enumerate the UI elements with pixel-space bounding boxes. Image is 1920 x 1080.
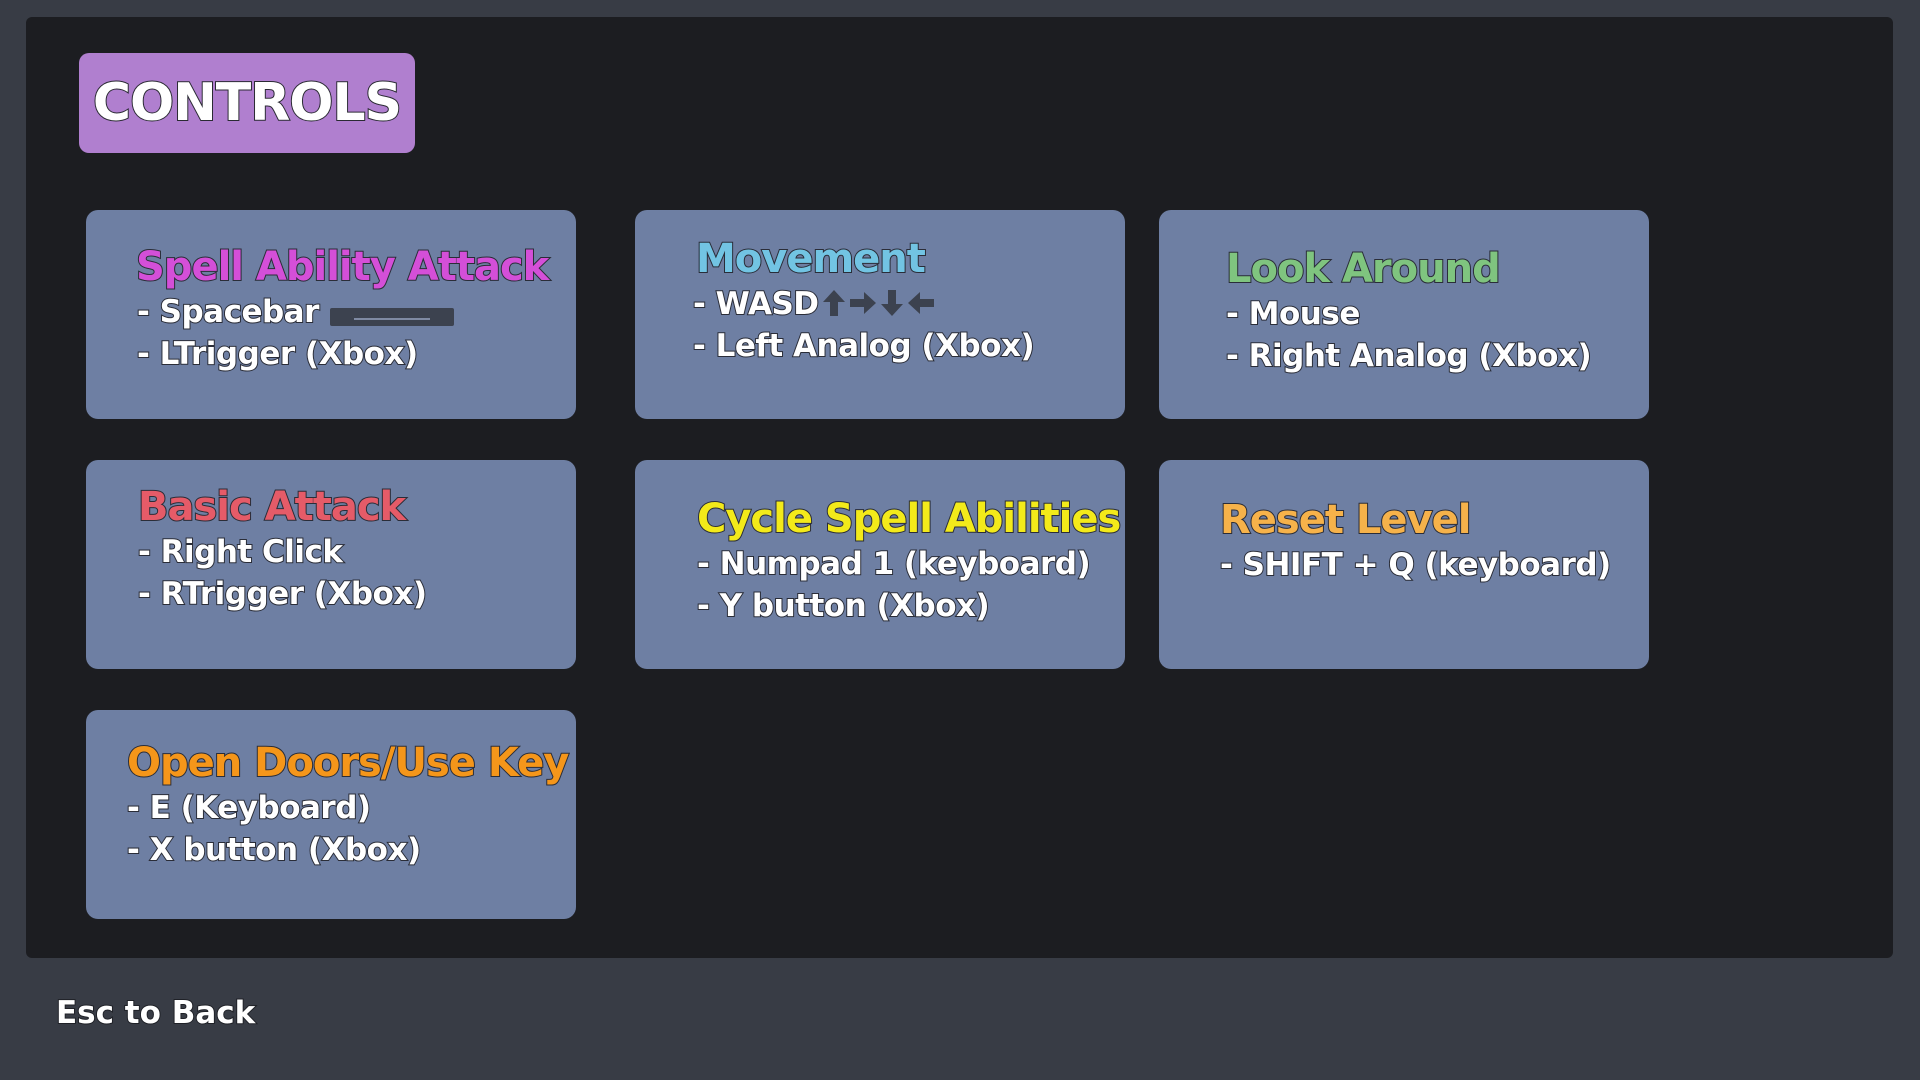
card-movement: Movement - WASD - Left Analog (Xbox) (635, 210, 1125, 419)
esc-to-back-hint[interactable]: Esc to Back (55, 994, 256, 1032)
arrow-up-icon (823, 290, 845, 316)
card-open-doors: Open Doors/Use Key - E (Keyboard) - X bu… (86, 710, 576, 919)
card-title-look-around: Look Around (1225, 245, 1502, 293)
arrow-right-icon (850, 292, 876, 314)
binding-left-analog: - Left Analog (Xbox) (692, 327, 1036, 365)
binding-spacebar: - Spacebar (136, 293, 320, 331)
binding-mouse: - Mouse (1225, 295, 1361, 333)
controls-title-badge: CONTROLS (79, 53, 415, 153)
spacebar-key-icon (330, 308, 454, 326)
binding-wasd: - WASD (692, 285, 820, 323)
card-cycle-spell-abilities: Cycle Spell Abilities - Numpad 1 (keyboa… (635, 460, 1125, 669)
binding-shift-q: - SHIFT + Q (keyboard) (1219, 546, 1612, 584)
binding-right-analog: - Right Analog (Xbox) (1225, 337, 1593, 375)
card-title-movement: Movement (695, 235, 927, 283)
card-basic-attack: Basic Attack - Right Click - RTrigger (X… (86, 460, 576, 669)
card-title-cycle-spell-abilities: Cycle Spell Abilities (696, 495, 1122, 543)
binding-y-button: - Y button (Xbox) (696, 587, 991, 625)
card-spell-ability-attack: Spell Ability Attack - Spacebar - LTrigg… (86, 210, 576, 419)
binding-rtrigger: - RTrigger (Xbox) (137, 575, 428, 613)
card-title-reset-level: Reset Level (1219, 496, 1472, 544)
card-title-basic-attack: Basic Attack (137, 483, 407, 531)
page-title: CONTROLS (92, 72, 403, 134)
card-title-spell-ability-attack: Spell Ability Attack (135, 243, 550, 291)
arrow-down-icon (881, 290, 903, 316)
arrow-left-icon (908, 292, 934, 314)
card-title-open-doors: Open Doors/Use Key (126, 739, 570, 787)
binding-e-key: - E (Keyboard) (126, 789, 372, 827)
card-reset-level: Reset Level - SHIFT + Q (keyboard) (1159, 460, 1649, 669)
binding-x-button: - X button (Xbox) (126, 831, 422, 869)
binding-numpad-1: - Numpad 1 (keyboard) (696, 545, 1092, 583)
binding-right-click: - Right Click (137, 533, 344, 571)
binding-ltrigger: - LTrigger (Xbox) (136, 335, 419, 373)
card-look-around: Look Around - Mouse - Right Analog (Xbox… (1159, 210, 1649, 419)
